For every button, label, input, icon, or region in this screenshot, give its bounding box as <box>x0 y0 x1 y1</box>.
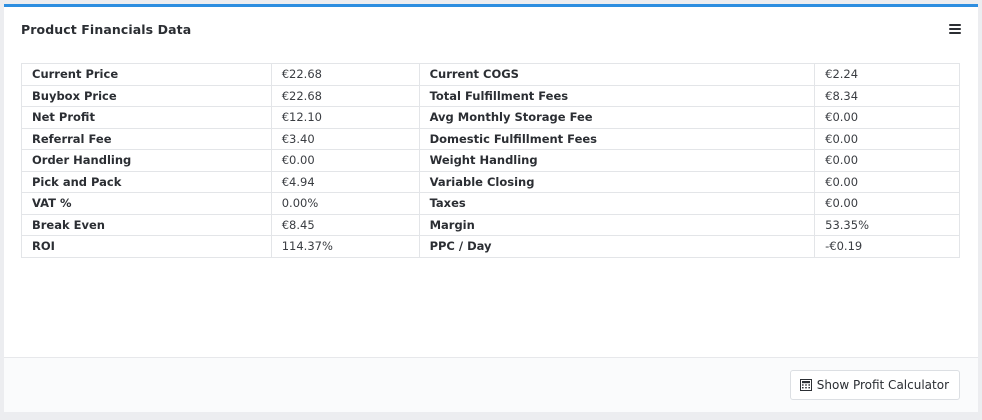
table-row: Net Profit €12.10 Avg Monthly Storage Fee €… <box>21 106 960 129</box>
table-row: Break Even €8.45 Margin 53.35% <box>21 213 960 236</box>
row-label: Total Fulfillment Fees <box>418 84 816 107</box>
row-label: ROI <box>21 235 272 258</box>
row-label: Referral Fee <box>21 127 272 150</box>
row-label: Break Even <box>21 213 272 236</box>
row-value: €0.00 <box>814 192 960 215</box>
row-label: Avg Monthly Storage Fee <box>418 106 816 129</box>
row-label: Net Profit <box>21 106 272 129</box>
table-row: ROI 114.37% PPC / Day -€0.19 <box>21 235 960 258</box>
row-value: 53.35% <box>814 213 960 236</box>
hamburger-menu-icon[interactable] <box>949 24 961 34</box>
row-label: PPC / Day <box>418 235 816 258</box>
row-value: €12.10 <box>270 106 420 129</box>
row-label: Domestic Fulfillment Fees <box>418 127 816 150</box>
table-row: VAT % 0.00% Taxes €0.00 <box>21 192 960 215</box>
row-value: €8.45 <box>270 213 420 236</box>
row-label: Variable Closing <box>418 170 816 193</box>
row-value: 0.00% <box>270 192 420 215</box>
row-value: €0.00 <box>814 106 960 129</box>
row-value: €3.40 <box>270 127 420 150</box>
table-row: Buybox Price €22.68 Total Fulfillment Fees… <box>21 84 960 107</box>
row-value: €22.68 <box>270 63 420 86</box>
row-value: 114.37% <box>270 235 420 258</box>
table-row: Referral Fee €3.40 Domestic Fulfillment Fe… <box>21 127 960 150</box>
panel-header: Product Financials Data <box>4 7 978 53</box>
table-row: Pick and Pack €4.94 Variable Closing €0.00 <box>21 170 960 193</box>
row-value: €2.24 <box>814 63 960 86</box>
row-value: €22.68 <box>270 84 420 107</box>
row-label: Current COGS <box>418 63 816 86</box>
row-value: €8.34 <box>814 84 960 107</box>
table-row: Order Handling €0.00 Weight Handling €0.00 <box>21 149 960 172</box>
show-profit-calculator-label: Show Profit Calculator <box>816 378 949 392</box>
row-value: €0.00 <box>270 149 420 172</box>
row-label: VAT % <box>21 192 272 215</box>
show-profit-calculator-button[interactable]: Show Profit Calculator <box>789 370 960 400</box>
row-value: -€0.19 <box>814 235 960 258</box>
row-value: €0.00 <box>814 149 960 172</box>
row-value: €4.94 <box>270 170 420 193</box>
row-value: €0.00 <box>814 170 960 193</box>
row-label: Current Price <box>21 63 272 86</box>
row-label: Buybox Price <box>21 84 272 107</box>
row-label: Margin <box>418 213 816 236</box>
panel-title: Product Financials Data <box>21 22 192 37</box>
row-label: Weight Handling <box>418 149 816 172</box>
product-financials-panel: Product Financials Data Current Price €22… <box>4 4 978 412</box>
row-label: Pick and Pack <box>21 170 272 193</box>
panel-footer: Show Profit Calculator <box>4 357 978 412</box>
row-label: Order Handling <box>21 149 272 172</box>
calculator-icon <box>799 379 812 391</box>
row-label: Taxes <box>418 192 816 215</box>
row-value: €0.00 <box>814 127 960 150</box>
table-row: Current Price €22.68 Current COGS €2.24 <box>21 63 960 86</box>
financials-table: Current Price €22.68 Current COGS €2.24 Buyb… <box>21 63 960 258</box>
